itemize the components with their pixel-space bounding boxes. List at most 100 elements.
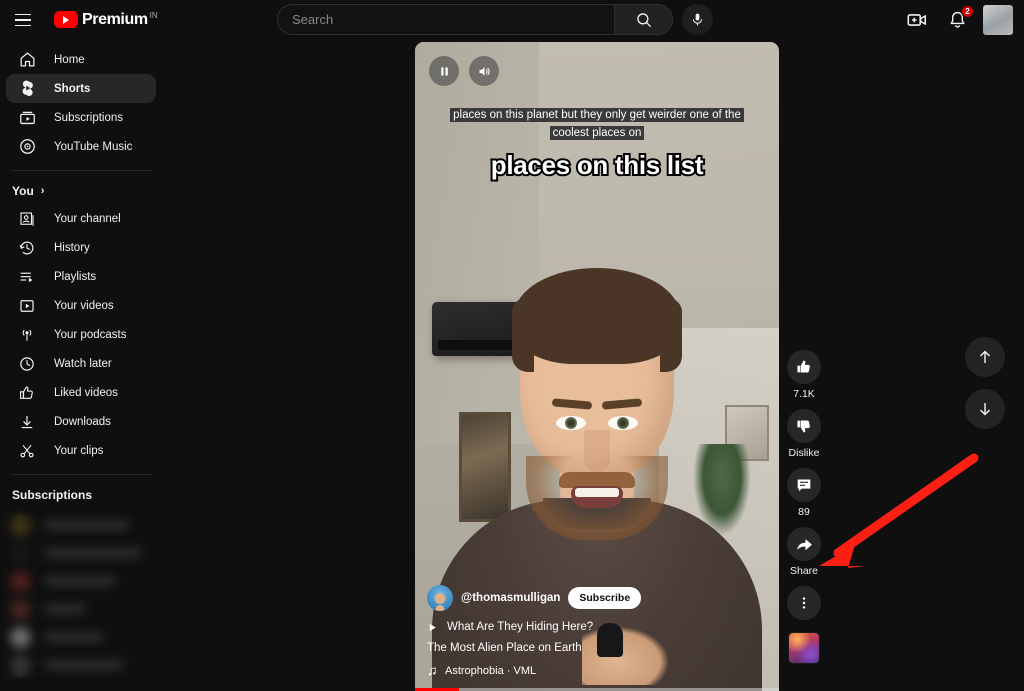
youtube-premium-logo[interactable]: Premium IN [54,0,158,40]
search-box[interactable]: Search [277,4,673,35]
auto-caption-text: places on this planet but they only get … [449,105,745,141]
blur-overlay [0,511,162,679]
sidebar-section-label: You [12,184,34,198]
search-button[interactable] [614,5,672,34]
sidebar-item-playlists[interactable]: Playlists [6,262,156,291]
like-button[interactable] [787,350,821,384]
video-metadata-overlay: @thomasmulligan Subscribe What Are They … [427,585,757,677]
sidebar: Home Shorts Subscriptions YouTube Music … [0,40,162,691]
shorts-action-rail: 7.1K Dislike 89 Share [783,350,825,664]
play-triangle-icon [429,623,436,631]
brand-label: Premium [82,11,148,28]
youtube-shorts-page: Premium IN Search 2 Home Shorts Subscrip… [0,0,1024,691]
more-actions-button[interactable] [787,586,821,620]
create-video-icon [907,14,927,26]
sidebar-item-history[interactable]: History [6,233,156,262]
podcasts-icon [16,326,38,344]
sidebar-item-label: Watch later [54,357,112,370]
sidebar-item-shorts[interactable]: Shorts [6,74,156,103]
notifications-button[interactable]: 2 [943,5,974,34]
header-actions: 2 [903,0,1013,40]
sidebar-item-label: Your channel [54,212,121,225]
caption-small-text: places on this planet but they only get … [450,108,744,140]
music-row[interactable]: Astrophobia · VML [427,665,757,677]
sidebar-item-label: Playlists [54,270,97,283]
dislike-label: Dislike [788,447,820,459]
sidebar-item-home[interactable]: Home [6,45,156,74]
next-short-button[interactable] [965,389,1005,429]
sidebar-item-subscriptions[interactable]: Subscriptions [6,103,156,132]
shorts-video-player[interactable]: places on this planet but they only get … [415,42,779,691]
sidebar-item-your-podcasts[interactable]: Your podcasts [6,320,156,349]
previous-short-button[interactable] [965,337,1005,377]
scissors-icon [16,442,38,460]
eyebrow-left [601,398,643,410]
sidebar-divider-1 [10,170,152,171]
comments-action: 89 [787,468,821,518]
more-actions [787,586,821,620]
sidebar-item-your-videos[interactable]: Your videos [6,291,156,320]
music-label: Astrophobia · VML [445,665,537,677]
sidebar-item-youtube-music[interactable]: YouTube Music [6,132,156,161]
sidebar-item-liked-videos[interactable]: Liked videos [6,378,156,407]
avatar[interactable] [983,5,1013,35]
nose [584,430,610,472]
share-icon [796,538,812,550]
more-vertical-icon [802,597,806,609]
channel-row: @thomasmulligan Subscribe [427,585,757,611]
sidebar-item-downloads[interactable]: Downloads [6,407,156,436]
subscribe-button[interactable]: Subscribe [568,587,642,609]
sidebar-item-label: Subscriptions [54,111,124,124]
channel-icon [16,210,38,228]
comment-icon [797,479,811,492]
share-action: Share [787,527,821,577]
sidebar-item-your-clips[interactable]: Your clips [6,436,156,465]
channel-avatar[interactable] [427,585,453,611]
audio-track-thumbnail[interactable] [788,632,820,664]
volume-on-icon [479,66,490,76]
caption-large-text: places on this list [489,148,706,182]
sidebar-section-you[interactable]: You › [0,178,162,204]
sidebar-item-label: Your videos [54,299,114,312]
home-icon [16,50,38,69]
comment-count: 89 [798,506,810,518]
sidebar-item-label: Downloads [54,415,111,428]
subscription-channel-list [0,511,162,679]
series-label: What Are They Hiding Here? [447,621,594,633]
search-icon [636,12,651,27]
series-row[interactable]: What Are They Hiding Here? [427,621,757,633]
hair [512,268,682,372]
download-icon [16,413,38,431]
pause-button[interactable] [429,56,459,86]
mouth [571,486,623,508]
sidebar-item-label: History [54,241,90,254]
hamburger-icon[interactable] [6,3,40,37]
channel-handle[interactable]: @thomasmulligan [461,592,560,604]
dislike-button[interactable] [787,409,821,443]
wall-mirror [459,411,511,522]
dislike-action: Dislike [787,409,821,459]
comments-button[interactable] [787,468,821,502]
youtube-logo-icon [54,11,78,28]
share-button[interactable] [787,527,821,561]
player-controls [429,56,499,86]
eyebrow-right [551,398,593,410]
search-area: Search [277,4,713,35]
volume-button[interactable] [469,56,499,86]
voice-search-button[interactable] [682,4,713,35]
create-video-button[interactable] [903,6,931,34]
sidebar-section-subscriptions: Subscriptions [0,482,162,508]
history-icon [16,239,38,257]
video-title: The Most Alien Place on Earth [427,642,582,654]
thumbs-up-icon [16,384,38,402]
teeth [575,488,619,497]
sidebar-item-your-channel[interactable]: Your channel [6,204,156,233]
shorts-navigation [965,337,1005,441]
sidebar-item-label: Shorts [54,82,91,95]
top-header-bar: Premium IN Search 2 [0,0,1024,40]
music-note-icon [428,666,436,675]
microphone-icon [692,13,703,26]
chevron-right-icon: › [40,185,45,197]
search-input[interactable]: Search [278,12,614,27]
sidebar-item-watch-later[interactable]: Watch later [6,349,156,378]
